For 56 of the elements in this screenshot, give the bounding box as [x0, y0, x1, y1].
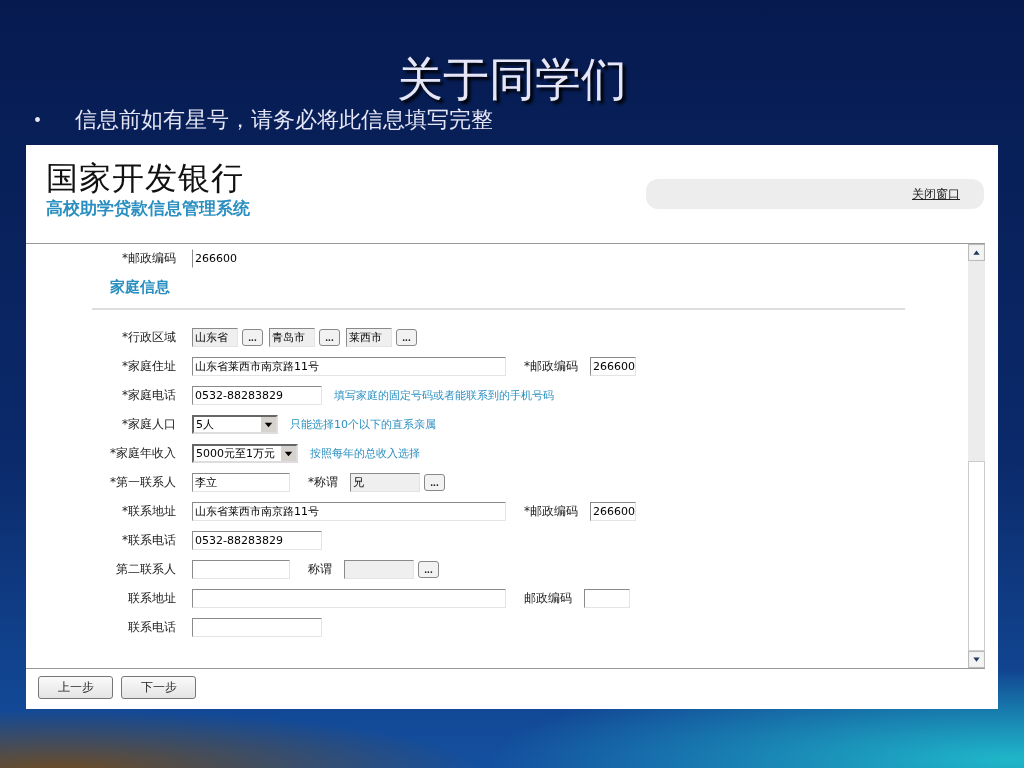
text-field[interactable] — [192, 589, 506, 609]
scroll-bar[interactable] — [968, 244, 985, 669]
field-label: 联系地址 — [127, 590, 176, 608]
text-field[interactable]: 266600 — [590, 357, 636, 377]
text-field[interactable]: 山东省 — [192, 328, 238, 348]
close-window-link[interactable]: 关闭窗口 — [912, 185, 960, 203]
bullet-marker: • — [34, 108, 42, 132]
scroll-thumb[interactable] — [968, 461, 985, 652]
text-field[interactable]: 266600 — [590, 502, 636, 522]
text-field[interactable]: 莱西市 — [346, 328, 392, 348]
text-field[interactable]: 青岛市 — [269, 328, 315, 348]
field-label: *第一联系人 — [109, 474, 176, 492]
dropdown-field[interactable]: 5人 — [192, 415, 278, 435]
field-label: *家庭住址 — [121, 358, 176, 376]
field-label: *家庭人口 — [121, 416, 176, 434]
picker-button[interactable]: ... — [424, 474, 445, 492]
text-field[interactable]: 0532-88283829 — [192, 531, 322, 551]
field-label: *联系地址 — [121, 503, 176, 521]
text-field[interactable] — [344, 560, 414, 580]
field-hint: 填写家庭的固定号码或者能联系到的手机号码 — [334, 388, 554, 404]
text-field[interactable]: 山东省莱西市南京路11号 — [192, 502, 506, 522]
slide-note: 信息前如有星号，请务必将此信息填写完整 — [75, 106, 493, 135]
text-field[interactable] — [192, 560, 290, 580]
field-label: *邮政编码 — [121, 250, 176, 268]
slide-title: 关于同学们 — [397, 53, 627, 107]
scroll-down-icon[interactable] — [968, 651, 985, 669]
field-label: 联系电话 — [127, 619, 176, 637]
text-field[interactable] — [584, 589, 630, 609]
section-title: 家庭信息 — [110, 278, 170, 298]
picker-button[interactable]: ... — [319, 329, 340, 347]
field-hint: 只能选择10个以下的直系亲属 — [290, 417, 436, 433]
field-label: *家庭年收入 — [109, 445, 176, 463]
field-label: 称谓 — [308, 561, 332, 579]
text-field[interactable]: 山东省莱西市南京路11号 — [192, 357, 506, 377]
text-field[interactable]: 兄 — [350, 473, 420, 493]
picker-button[interactable]: ... — [418, 561, 439, 579]
step-button[interactable]: 上一步 — [38, 676, 113, 700]
field-label: *联系电话 — [121, 532, 176, 550]
system-subtitle: 高校助学贷款信息管理系统 — [46, 197, 250, 220]
field-hint: 按照每年的总收入选择 — [310, 446, 420, 462]
brand-title: 国家开发银行 — [46, 159, 245, 198]
step-button[interactable]: 下一步 — [121, 676, 196, 700]
scroll-up-icon[interactable] — [968, 244, 985, 262]
field-label: *邮政编码 — [524, 358, 578, 376]
field-label: *家庭电话 — [121, 387, 176, 405]
picker-button[interactable]: ... — [396, 329, 417, 347]
text-field[interactable]: 0532-88283829 — [192, 386, 322, 406]
field-label: 第二联系人 — [115, 561, 176, 579]
field-label: *称谓 — [308, 474, 338, 492]
text-field[interactable] — [192, 618, 322, 638]
field-label: *邮政编码 — [524, 503, 578, 521]
dropdown-field[interactable]: 5000元至1万元 — [192, 444, 298, 464]
field-label: *行政区域 — [121, 329, 176, 347]
text-field[interactable]: 李立 — [192, 473, 290, 493]
field-label: 邮政编码 — [524, 590, 572, 608]
picker-button[interactable]: ... — [242, 329, 263, 347]
